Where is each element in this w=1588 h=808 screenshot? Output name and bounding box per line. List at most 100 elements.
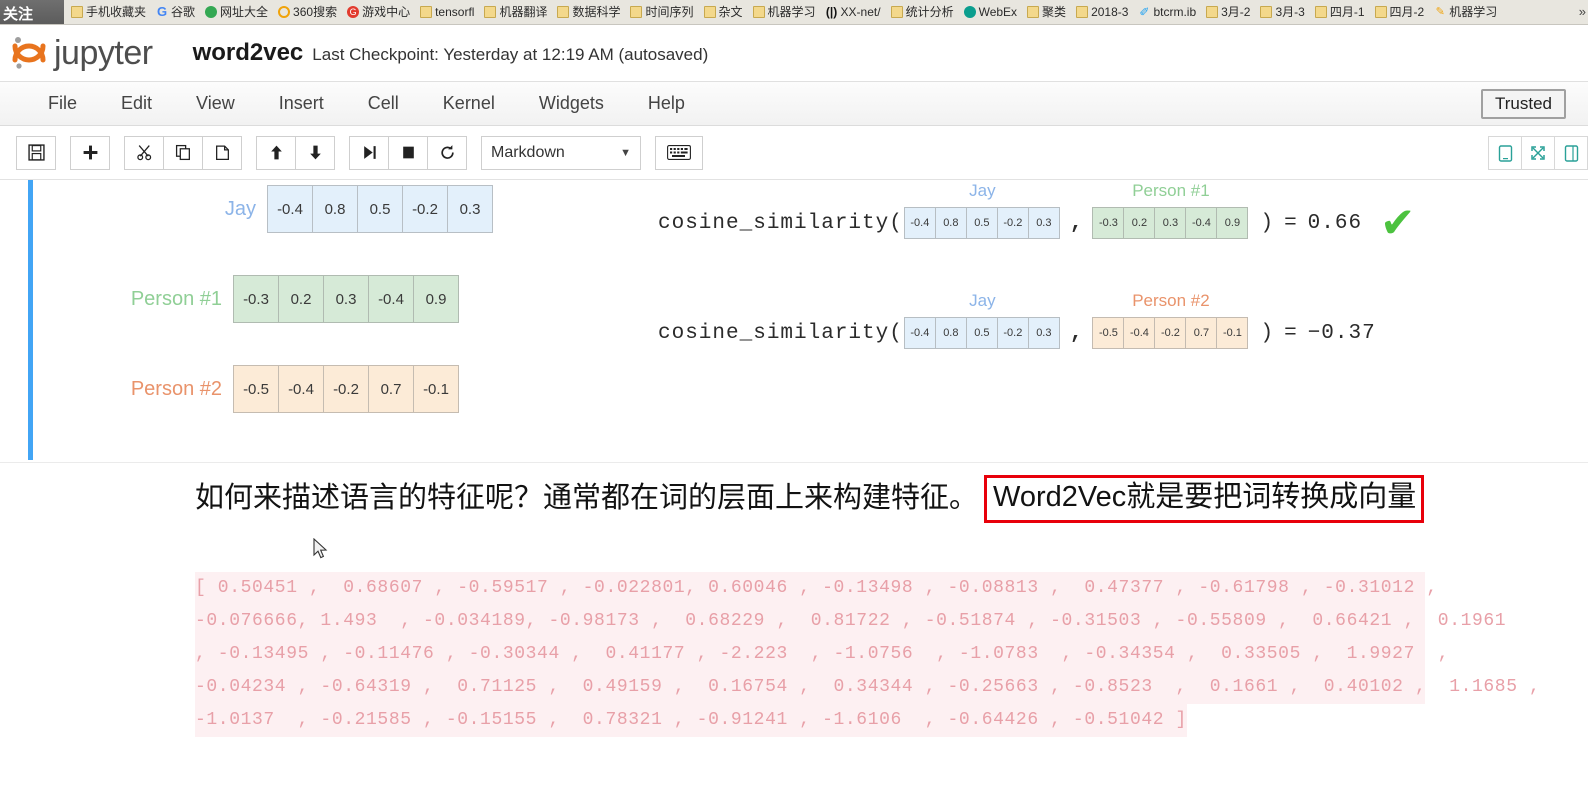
mini-vector-label-person2: Person #2 [1132,291,1210,310]
bookmark-item-0[interactable]: 手机收藏夹 [66,2,151,23]
folder-icon [1027,6,1040,18]
mini-cell: -0.2 [996,207,1029,239]
bookmark-item-18[interactable]: 3月-3 [1255,2,1309,23]
expression-close-paren: ) [1260,321,1275,345]
mini-cell: 0.9 [1216,207,1249,239]
move-cell-up-button[interactable] [256,135,296,170]
vector-cell: -0.4 [278,365,324,413]
paste-button[interactable] [202,135,242,170]
mini-cell: -0.4 [903,207,936,239]
jupyter-header: jupyter word2vec Last Checkpoint: Yester… [0,25,1588,82]
notebook-body: Jay -0.4 0.8 0.5 -0.2 0.3 Person #1 -0.3… [0,180,1588,804]
vector-label-jay: Jay [224,197,256,220]
bookmark-item-12[interactable]: 统计分析 [886,2,959,23]
follow-badge[interactable]: 关注 [0,0,64,24]
mini-cell: -0.2 [996,317,1029,349]
menu-item-cell[interactable]: Cell [346,89,421,118]
menu-item-file[interactable]: File [26,89,99,118]
fullscreen-icon[interactable] [1521,136,1555,170]
cell-type-value: Markdown [491,143,565,161]
vector-cell: -0.2 [323,365,369,413]
tablet-icon[interactable] [1488,136,1522,170]
notebook-checkpoint-status: Last Checkpoint: Yesterday at 12:19 AM (… [312,45,709,64]
notebook-cell-markdown-text[interactable]: 如何来描述语言的特征呢？通常都在词的层面上来构建特征。 Word2Vec就是要把… [0,475,1588,523]
notebook-name[interactable]: word2vec [193,39,304,67]
bookmark-item-9[interactable]: 杂文 [699,2,748,23]
bookmark-item-19[interactable]: 四月-1 [1310,2,1370,23]
save-button[interactable] [16,135,56,170]
bookmark-item-11[interactable]: (|) XX-net/ [821,2,886,23]
panel-icon[interactable] [1554,136,1588,170]
vector-label-person2: Person #2 [130,377,222,400]
mini-cell: 0.3 [1154,207,1187,239]
mini-vector-jay: Jay -0.4 0.8 0.5 -0.2 0.3 [903,181,1060,239]
markdown-paragraph: 如何来描述语言的特征呢？通常都在词的层面上来构建特征。 Word2Vec就是要把… [195,475,1588,523]
bookmark-item-1[interactable]: G 谷歌 [151,2,200,23]
cell-separator [0,462,1588,463]
menu-item-insert[interactable]: Insert [257,89,346,118]
vector-cell: 0.8 [312,185,358,233]
bookmark-item-14[interactable]: 聚类 [1022,2,1071,23]
jupyter-logo[interactable]: jupyter [10,33,153,73]
menu-item-kernel[interactable]: Kernel [421,89,517,118]
bookmark-item-13[interactable]: WebEx [959,2,1022,23]
bookmark-item-6[interactable]: 机器翻译 [479,2,552,23]
bookmark-label: btcrm.ib [1153,4,1197,19]
vector-cell: -0.1 [413,365,459,413]
cell-type-select[interactable]: Markdown ▼ [481,135,641,170]
mini-cell: 0.7 [1185,317,1218,349]
bookmark-item-15[interactable]: 2018-3 [1071,2,1133,23]
move-cell-down-button[interactable] [295,135,335,170]
bookmark-item-21[interactable]: ✎ 机器学习 [1429,2,1502,23]
restart-kernel-button[interactable] [427,135,467,170]
menu-item-edit[interactable]: Edit [99,89,174,118]
red-circle-icon: G [347,6,360,18]
bookmark-item-17[interactable]: 3月-2 [1201,2,1255,23]
bookmarks-overflow-button[interactable]: » [1579,4,1586,19]
mini-vector-label-jay: Jay [969,291,996,310]
bookmark-item-20[interactable]: 四月-2 [1370,2,1430,23]
toolbar-group-clipboard [124,135,242,170]
bookmark-item-7[interactable]: 数据科学 [552,2,625,23]
mini-cell: 0.8 [934,317,967,349]
toolbar-right-buttons [1488,136,1588,170]
mini-vector-jay: Jay -0.4 0.8 0.5 -0.2 0.3 [903,291,1060,349]
notebook-cell-illustration[interactable]: Jay -0.4 0.8 0.5 -0.2 0.3 Person #1 -0.3… [28,180,1576,460]
bookmark-item-2[interactable]: 网址大全 [200,2,273,23]
bookmark-label: XX-net/ [840,4,881,19]
menu-item-view[interactable]: View [174,89,257,118]
command-palette-button[interactable] [655,135,703,170]
expression-close-paren: ) [1260,211,1275,235]
insert-cell-below-button[interactable] [70,135,110,170]
vector-cell: 0.2 [278,275,324,323]
vector-cell: 0.7 [368,365,414,413]
bookmark-item-16[interactable]: ✐ btcrm.ib [1133,2,1201,23]
bookmark-label: 时间序列 [645,4,694,19]
output-line: -0.076666, 1.493 , -0.034189, -0.98173 ,… [195,605,1506,638]
vector-cell: 0.3 [323,275,369,323]
cosine-expression-2: cosine_similarity( Jay -0.4 0.8 0.5 -0.2… [658,291,1376,349]
output-line: -0.04234 , -0.64319 , 0.71125 , 0.49159 … [195,671,1540,704]
bookmark-item-4[interactable]: G 游戏中心 [342,2,415,23]
orange-ring-icon [278,6,291,18]
bookmark-label: tensorfl [435,4,475,19]
jupyter-menubar: File Edit View Insert Cell Kernel Widgets Help … [0,82,1588,126]
bookmark-item-5[interactable]: tensorfl [415,2,479,23]
cut-button[interactable] [124,135,164,170]
vector-cell: -0.4 [368,275,414,323]
interrupt-kernel-button[interactable] [388,135,428,170]
mini-cell: 0.3 [1027,317,1060,349]
bookmark-item-10[interactable]: 机器学习 [748,2,821,23]
blue-bird-icon: ✐ [1139,5,1150,19]
browser-bookmarks-bar: 手机收藏夹 G 谷歌 网址大全 360搜索 G 游戏中心 tensorfl 机器翻译 数据科学 时间… [0,0,1588,25]
menu-item-widgets[interactable]: Widgets [517,89,626,118]
menu-item-help[interactable]: Help [626,89,707,118]
bookmark-item-3[interactable]: 360搜索 [273,2,342,23]
arrow-up-icon [270,145,282,160]
vector-cells-jay: -0.4 0.8 0.5 -0.2 0.3 [267,185,493,233]
run-cell-button[interactable] [349,135,389,170]
bookmark-item-8[interactable]: 时间序列 [625,2,698,23]
copy-button[interactable] [163,135,203,170]
trusted-badge[interactable]: Trusted [1480,89,1566,119]
folder-icon [630,6,643,18]
